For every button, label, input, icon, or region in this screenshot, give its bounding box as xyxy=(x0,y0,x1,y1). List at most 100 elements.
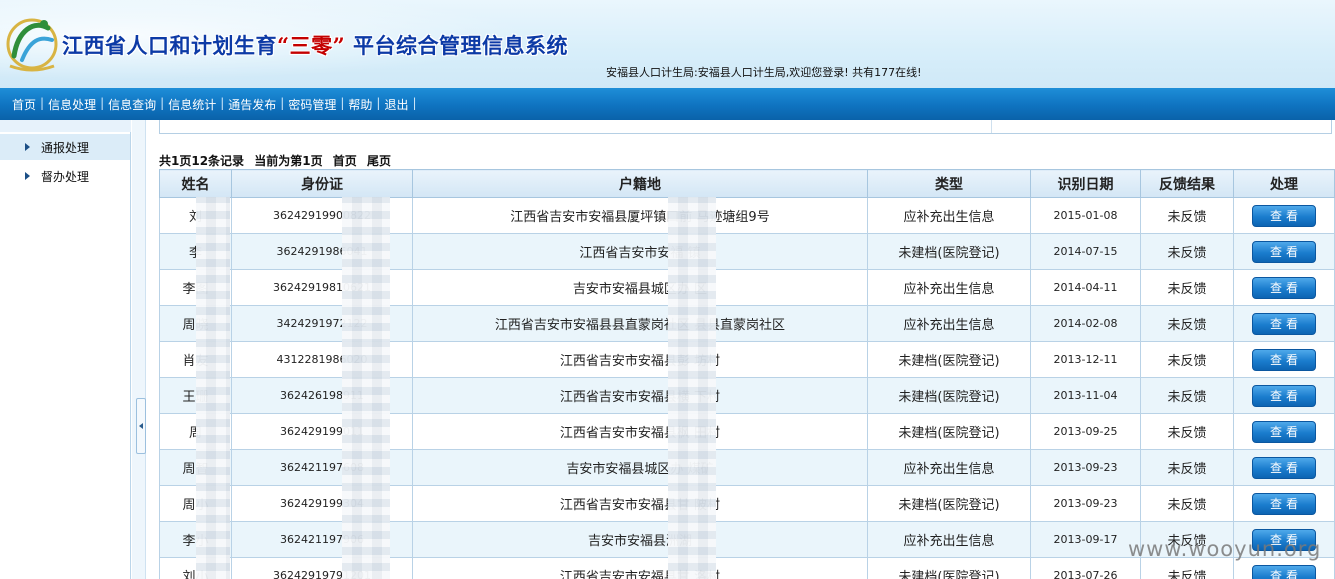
cell-date: 2013-09-23 xyxy=(1030,449,1141,486)
record-summary: 共1页12条记录 xyxy=(159,154,245,168)
cell-date: 2013-12-11 xyxy=(1030,341,1141,378)
cell-address: 江西省吉安市安福县甘 洛村 xyxy=(412,557,868,579)
cell-feedback: 未反馈 xyxy=(1140,413,1234,450)
cell-type: 应补充出生信息 xyxy=(867,521,1031,558)
nav-info-statistics[interactable]: 信息统计 xyxy=(168,96,216,113)
cell-date: 2013-09-25 xyxy=(1030,413,1141,450)
cell-date: 2013-09-23 xyxy=(1030,485,1141,522)
view-button[interactable]: 查看 xyxy=(1252,240,1316,263)
cell-date: 2014-07-15 xyxy=(1030,233,1141,270)
view-button[interactable]: 查看 xyxy=(1252,564,1316,579)
cell-type: 应补充出生信息 xyxy=(867,197,1031,234)
col-header-household-address: 户籍地 xyxy=(412,169,868,198)
view-button[interactable]: 查看 xyxy=(1252,384,1316,407)
cell-feedback: 未反馈 xyxy=(1140,341,1234,378)
cell-address: 吉安市安福县城区办 区 xyxy=(412,269,868,306)
current-page: 当前为第1页 xyxy=(254,154,323,168)
table-row: 周智 362421197608 吉安市安福县城区办 煤矿 应补充出生信息 201… xyxy=(159,449,1335,486)
sidebar: 通报处理 督办处理 xyxy=(0,120,131,579)
cell-type: 应补充出生信息 xyxy=(867,269,1031,306)
arrow-left-icon xyxy=(139,423,143,429)
cell-feedback: 未反馈 xyxy=(1140,305,1234,342)
table-row: 李图 36242919810621 吉安市安福县城区办 区 应补充出生信息 20… xyxy=(159,269,1335,306)
nav-home[interactable]: 首页 xyxy=(12,96,36,113)
view-button[interactable]: 查看 xyxy=(1252,204,1316,227)
cell-action: 查看 xyxy=(1233,341,1335,378)
cell-type: 应补充出生信息 xyxy=(867,305,1031,342)
sidebar-top-strip xyxy=(0,120,131,132)
cell-type: 未建档(医院登记) xyxy=(867,485,1031,522)
cell-action: 查看 xyxy=(1233,269,1335,306)
cell-date: 2014-02-08 xyxy=(1030,305,1141,342)
sidebar-item-label: 督办处理 xyxy=(41,169,90,184)
sidebar-splitter[interactable] xyxy=(132,120,146,579)
sidebar-item-supervision-processing[interactable]: 督办处理 xyxy=(0,163,130,189)
cell-address: 江西省吉安市安福县厦坪镇口前 马迹塘组9号 xyxy=(412,197,868,234)
main-nav: 首页 | 信息处理 | 信息查询 | 信息统计 | 通告发布 | 密码管理 | 帮助 | 退出… xyxy=(12,96,417,113)
nav-info-processing[interactable]: 信息处理 xyxy=(48,96,96,113)
cell-action: 查看 xyxy=(1233,485,1335,522)
nav-notice-publish[interactable]: 通告发布 xyxy=(228,96,276,113)
cell-date: 2015-01-08 xyxy=(1030,197,1141,234)
view-button[interactable]: 查看 xyxy=(1252,492,1316,515)
report-table: 姓名 身份证 户籍地 类型 识别日期 反馈结果 处理 刘 36242919900… xyxy=(159,169,1335,579)
table-row: 肖友 4312281986020 江西省吉安市安福县彭 坊村 未建档(医院登记)… xyxy=(159,341,1335,378)
watermark: www.wooyun.org xyxy=(1128,537,1322,561)
cell-feedback: 未反馈 xyxy=(1140,233,1234,270)
search-panel xyxy=(159,120,1332,134)
cell-feedback: 未反馈 xyxy=(1140,485,1234,522)
system-title: 江西省人口和计划生育“三零” 平台综合管理信息系统 xyxy=(62,33,568,58)
cell-type: 未建档(医院登记) xyxy=(867,341,1031,378)
cell-address: 江西省吉安市安福县横 下村 xyxy=(412,377,868,414)
cell-address: 江西省吉安市安福县甘 陂村 xyxy=(412,485,868,522)
cell-type: 未建档(医院登记) xyxy=(867,557,1031,579)
triangle-right-icon xyxy=(25,143,30,151)
sidebar-item-report-processing[interactable]: 通报处理 xyxy=(0,134,130,160)
cell-feedback: 未反馈 xyxy=(1140,269,1234,306)
cell-feedback: 未反馈 xyxy=(1140,377,1234,414)
cell-address: 江西省吉安市安福 镇 xyxy=(412,233,868,270)
sidebar-item-label: 通报处理 xyxy=(41,140,90,155)
col-header-feedback: 反馈结果 xyxy=(1140,169,1234,198)
view-button[interactable]: 查看 xyxy=(1252,312,1316,335)
triangle-right-icon xyxy=(25,172,30,180)
collapse-sidebar-button[interactable] xyxy=(136,398,146,454)
view-button[interactable]: 查看 xyxy=(1252,420,1316,443)
view-button[interactable]: 查看 xyxy=(1252,276,1316,299)
cell-address: 江西省吉安市安福县彭 坊村 xyxy=(412,341,868,378)
redaction-mosaic-name xyxy=(196,197,230,579)
cell-address: 吉安市安福县城区办 煤矿 xyxy=(412,449,868,486)
pagination: 共1页12条记录 当前为第1页 首页 尾页 xyxy=(159,152,397,169)
table-row: 周小 362429199304 江西省吉安市安福县甘 陂村 未建档(医院登记) … xyxy=(159,485,1335,522)
view-button[interactable]: 查看 xyxy=(1252,456,1316,479)
col-header-identify-date: 识别日期 xyxy=(1030,169,1141,198)
last-page-link[interactable]: 尾页 xyxy=(367,154,391,168)
first-page-link[interactable]: 首页 xyxy=(333,154,357,168)
col-header-action: 处理 xyxy=(1233,169,1335,198)
table-row: 周晓 3424291972122 江西省吉安市安福县县直蒙岗社区 县县直蒙岗社区… xyxy=(159,305,1335,342)
welcome-message: 安福县人口计生局:安福县人口计生局,欢迎您登录! 共有177在线! xyxy=(606,66,922,79)
search-panel-divider xyxy=(991,120,992,133)
nav-info-query[interactable]: 信息查询 xyxy=(108,96,156,113)
cell-action: 查看 xyxy=(1233,377,1335,414)
cell-feedback: 未反馈 xyxy=(1140,197,1234,234)
cell-type: 未建档(医院登记) xyxy=(867,233,1031,270)
cell-date: 2013-09-17 xyxy=(1030,521,1141,558)
cell-type: 应补充出生信息 xyxy=(867,449,1031,486)
cell-address: 江西省吉安市安福县枫 田村 xyxy=(412,413,868,450)
col-header-id-card: 身份证 xyxy=(231,169,413,198)
nav-help[interactable]: 帮助 xyxy=(348,96,372,113)
nav-password-manage[interactable]: 密码管理 xyxy=(288,96,336,113)
cell-feedback: 未反馈 xyxy=(1140,449,1234,486)
redaction-mosaic-address xyxy=(668,197,716,579)
table-row: 李 3624291986041 江西省吉安市安福 镇 未建档(医院登记) 201… xyxy=(159,233,1335,270)
cell-action: 查看 xyxy=(1233,449,1335,486)
nav-logout[interactable]: 退出 xyxy=(384,96,408,113)
col-header-name: 姓名 xyxy=(159,169,232,198)
view-button[interactable]: 查看 xyxy=(1252,348,1316,371)
cell-date: 2013-11-04 xyxy=(1030,377,1141,414)
cell-type: 未建档(医院登记) xyxy=(867,413,1031,450)
cell-address: 江西省吉安市安福县县直蒙岗社区 县县直蒙岗社区 xyxy=(412,305,868,342)
col-header-type: 类型 xyxy=(867,169,1031,198)
table-header-row: 姓名 身份证 户籍地 类型 识别日期 反馈结果 处理 xyxy=(159,169,1335,198)
